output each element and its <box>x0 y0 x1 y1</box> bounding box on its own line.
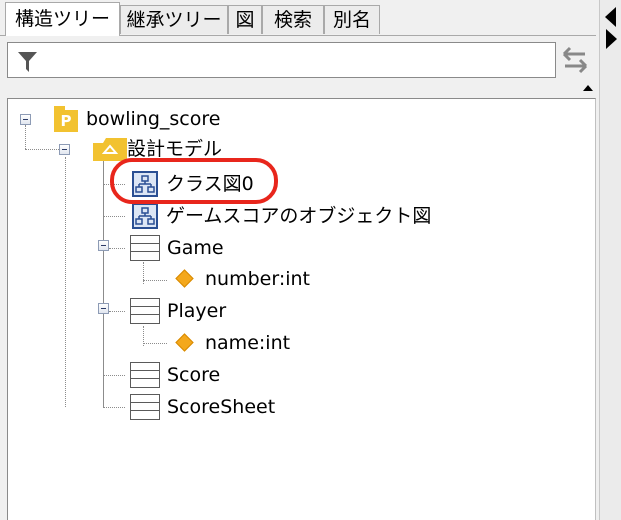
tree-item-bowling-score[interactable]: bowling_score <box>86 107 220 131</box>
side-strip <box>599 0 621 520</box>
structure-tree: P bowling_score 設計モデル クラス図0 ゲームスコアのオブジェク… <box>7 98 596 520</box>
tab-diagram[interactable]: 図 <box>228 5 262 34</box>
attribute-icon <box>175 333 194 352</box>
class-icon <box>130 394 160 420</box>
tab-structure-tree[interactable]: 構造ツリー <box>5 2 120 36</box>
diagram-icon <box>132 203 158 229</box>
filter-funnel-icon[interactable] <box>18 52 37 72</box>
class-icon <box>130 235 160 261</box>
tree-item-number-int[interactable]: number:int <box>205 267 310 291</box>
tab-bar: 構造ツリー 継承ツリー 図 検索 別名 <box>0 0 596 36</box>
collapse-player-toggle[interactable] <box>98 303 109 314</box>
collapse-game-toggle[interactable] <box>98 240 109 251</box>
attribute-icon <box>175 269 194 288</box>
tree-item-object-diagram[interactable]: ゲームスコアのオブジェクト図 <box>166 204 431 228</box>
package-icon: P <box>54 106 78 132</box>
tab-search[interactable]: 検索 <box>262 5 324 34</box>
tree-item-game[interactable]: Game <box>167 236 224 260</box>
filter-box[interactable] <box>7 42 556 78</box>
tab-alias[interactable]: 別名 <box>324 5 380 34</box>
diagram-icon <box>132 171 158 197</box>
tree-item-score[interactable]: Score <box>167 363 220 387</box>
tree-item-design-model[interactable]: 設計モデル <box>127 137 222 161</box>
scroll-up-arrow-icon[interactable] <box>583 85 593 91</box>
sync-swap-icon[interactable] <box>560 44 590 76</box>
expand-right-icon[interactable] <box>606 29 617 49</box>
collapse-left-icon[interactable] <box>605 7 616 27</box>
collapse-bowling-score-toggle[interactable] <box>20 114 31 125</box>
tree-item-name-int[interactable]: name:int <box>205 331 290 355</box>
class-icon <box>130 298 160 324</box>
filter-input[interactable] <box>44 45 553 77</box>
tab-inheritance-tree[interactable]: 継承ツリー <box>120 5 228 34</box>
tree-item-player[interactable]: Player <box>167 299 226 323</box>
collapse-design-model-toggle[interactable] <box>59 144 70 155</box>
tree-item-class-diagram-0[interactable]: クラス図0 <box>166 172 254 196</box>
tree-item-scoresheet[interactable]: ScoreSheet <box>167 395 275 419</box>
class-icon <box>130 362 160 388</box>
model-folder-icon <box>93 138 127 161</box>
